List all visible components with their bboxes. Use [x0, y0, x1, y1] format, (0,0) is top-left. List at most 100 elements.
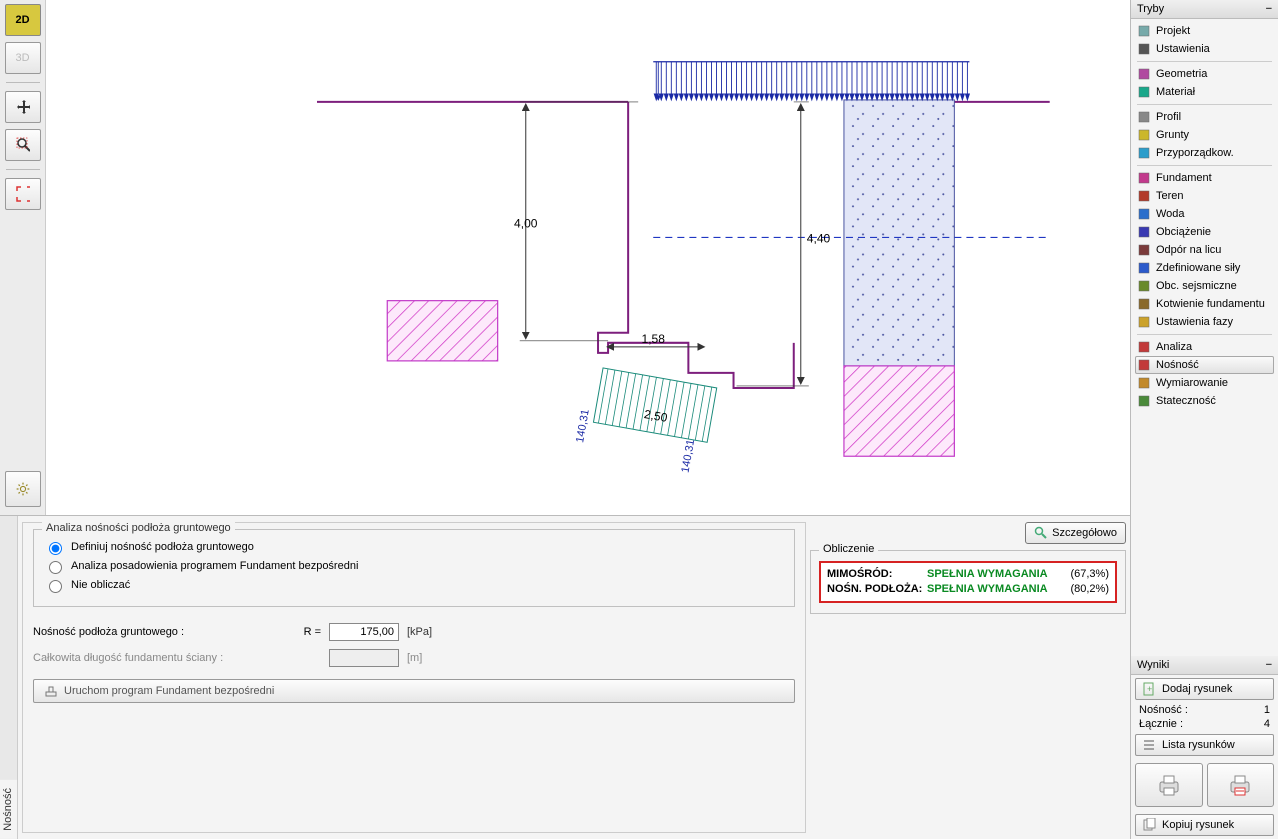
add-drawing-label: Dodaj rysunek [1162, 683, 1232, 695]
tree-item-label: Odpór na licu [1156, 244, 1221, 256]
analysis-group-legend: Analiza nośności podłoża gruntowego [42, 522, 235, 534]
radio-no-calc[interactable]: Nie obliczać [44, 577, 784, 593]
tree-item-odp-r-na-licu[interactable]: Odpór na licu [1135, 241, 1274, 259]
length-unit: [m] [407, 652, 422, 664]
length-label: Całkowita długość fundamentu ściany : [33, 652, 283, 664]
printer-icon [1156, 772, 1182, 798]
result-row-bearing: NOŚN. PODŁOŻA: SPEŁNIA WYMAGANIA (80,2%) [827, 582, 1109, 597]
expand-icon [16, 187, 30, 201]
tree-item-icon [1137, 358, 1151, 372]
radio-analyse-foundation-input[interactable] [49, 561, 62, 574]
stat-total-value: 4 [1264, 718, 1270, 730]
tree-item-ustawienia-fazy[interactable]: Ustawienia fazy [1135, 313, 1274, 331]
tree-item-icon [1137, 394, 1151, 408]
tree-item-przyporz-dkow-[interactable]: Przyporządkow. [1135, 144, 1274, 162]
vertical-tabs: Nośność [0, 516, 18, 839]
tree-item-no-no-[interactable]: Nośność [1135, 356, 1274, 374]
result-bearing-label: NOŚN. PODŁOŻA: [827, 582, 927, 597]
tree-item-grunty[interactable]: Grunty [1135, 126, 1274, 144]
view-3d-button[interactable]: 3D [5, 42, 41, 74]
collapse-icon[interactable]: − [1266, 659, 1272, 671]
tree-item-fundament[interactable]: Fundament [1135, 169, 1274, 187]
print-button[interactable] [1135, 763, 1203, 807]
tree-item-ustawienia[interactable]: Ustawienia [1135, 40, 1274, 58]
run-foundation-button[interactable]: Uruchom program Fundament bezpośredni [33, 679, 795, 703]
tree-item-profil[interactable]: Profil [1135, 108, 1274, 126]
tree-item-woda[interactable]: Woda [1135, 205, 1274, 223]
tryby-header: Tryby − [1131, 0, 1278, 19]
svg-text:2,50: 2,50 [643, 407, 669, 425]
bearing-input[interactable] [329, 623, 399, 641]
radio-analyse-foundation[interactable]: Analiza posadowienia programem Fundament… [44, 558, 784, 574]
tree-item-icon [1137, 340, 1151, 354]
fit-button[interactable] [5, 178, 41, 210]
result-bearing-status: SPEŁNIA WYMAGANIA [927, 582, 1070, 597]
svg-text:140,31: 140,31 [680, 438, 698, 473]
tree-item-geometria[interactable]: Geometria [1135, 65, 1274, 83]
tree-item-label: Zdefiniowane siły [1156, 262, 1240, 274]
diagram-svg: 4,00 4,40 1,58 2,50 [46, 0, 1130, 515]
vtab-nosnosc[interactable]: Nośność [0, 780, 17, 839]
bearing-eq: R = [291, 626, 321, 638]
add-drawing-button[interactable]: + Dodaj rysunek [1135, 678, 1274, 700]
result-bearing-pct: (80,2%) [1070, 582, 1109, 597]
details-button[interactable]: Szczegółowo [1025, 522, 1126, 544]
tree-item-icon [1137, 189, 1151, 203]
result-eccentricity-pct: (67,3%) [1070, 567, 1109, 582]
tree-item-stateczno-[interactable]: Stateczność [1135, 392, 1274, 410]
svg-text:1,58: 1,58 [642, 332, 666, 346]
tree-item-projekt[interactable]: Projekt [1135, 22, 1274, 40]
result-eccentricity-label: MIMOŚRÓD: [827, 567, 927, 582]
radio-define-bearing[interactable]: Definiuj nośność podłoża gruntowego [44, 539, 784, 555]
print-color-button[interactable] [1207, 763, 1275, 807]
tree-item-obc-sejsmiczne[interactable]: Obc. sejsmiczne [1135, 277, 1274, 295]
settings-button[interactable] [5, 471, 41, 507]
left-toolbar: 2D 3D [0, 0, 46, 515]
foundation-icon [44, 684, 58, 698]
tree-item-label: Przyporządkow. [1156, 147, 1234, 159]
move-icon [16, 100, 30, 114]
collapse-icon[interactable]: − [1266, 3, 1272, 15]
tree-item-analiza[interactable]: Analiza [1135, 338, 1274, 356]
printer-color-icon [1227, 772, 1253, 798]
copy-drawing-button[interactable]: Kopiuj rysunek [1135, 814, 1274, 836]
tree-item-icon [1137, 207, 1151, 221]
results-panel: Szczegółowo Obliczenie MIMOŚRÓD: SPEŁNIA… [810, 522, 1126, 833]
calc-legend: Obliczenie [819, 543, 878, 555]
radio-no-calc-label: Nie obliczać [71, 579, 130, 591]
bearing-unit: [kPa] [407, 626, 432, 638]
tree-item-icon [1137, 128, 1151, 142]
tree-item-obci-enie[interactable]: Obciążenie [1135, 223, 1274, 241]
analysis-groupbox: Analiza nośności podłoża gruntowego Defi… [33, 529, 795, 607]
pan-button[interactable] [5, 91, 41, 123]
list-icon [1142, 738, 1156, 752]
tree-item-label: Fundament [1156, 172, 1212, 184]
tree-item-materia-[interactable]: Materiał [1135, 83, 1274, 101]
radio-no-calc-input[interactable] [49, 580, 62, 593]
tree-item-label: Woda [1156, 208, 1185, 220]
view-2d-button[interactable]: 2D [5, 4, 41, 36]
zoom-button[interactable] [5, 129, 41, 161]
radio-define-bearing-input[interactable] [49, 542, 62, 555]
drawing-canvas[interactable]: 4,00 4,40 1,58 2,50 [46, 0, 1130, 515]
tree-item-icon [1137, 261, 1151, 275]
tree-item-icon [1137, 376, 1151, 390]
tree-item-label: Wymiarowanie [1156, 377, 1228, 389]
copy-drawing-label: Kopiuj rysunek [1162, 819, 1234, 831]
tryby-title: Tryby [1137, 3, 1164, 15]
stat-nosnosc-label: Nośność : [1139, 704, 1188, 716]
svg-text:4,00: 4,00 [514, 216, 538, 230]
tree-item-icon [1137, 315, 1151, 329]
tree-item-icon [1137, 243, 1151, 257]
tree-item-kotwienie-fundamentu[interactable]: Kotwienie fundamentu [1135, 295, 1274, 313]
drawing-list-button[interactable]: Lista rysunków [1135, 734, 1274, 756]
tree-item-label: Profil [1156, 111, 1181, 123]
tree-item-icon [1137, 297, 1151, 311]
tree-item-zdefiniowane-si-y[interactable]: Zdefiniowane siły [1135, 259, 1274, 277]
tree-item-label: Teren [1156, 190, 1184, 202]
tree-item-icon [1137, 146, 1151, 160]
tree-item-teren[interactable]: Teren [1135, 187, 1274, 205]
stat-nosnosc: Nośność : 1 [1131, 703, 1278, 717]
tree-item-icon [1137, 171, 1151, 185]
tree-item-wymiarowanie[interactable]: Wymiarowanie [1135, 374, 1274, 392]
